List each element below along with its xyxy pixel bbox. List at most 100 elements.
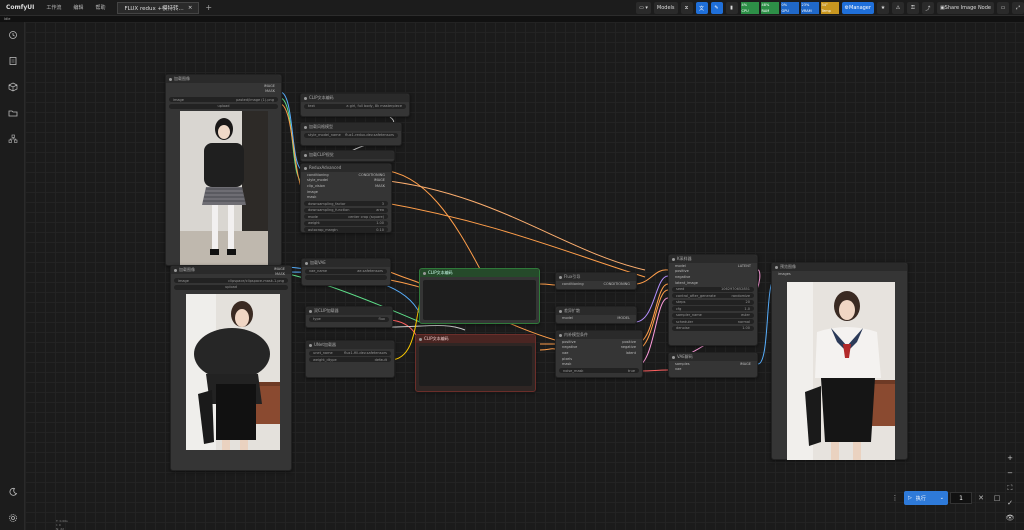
output-port[interactable]: MODEL xyxy=(611,315,636,321)
warning-icon[interactable]: ⚠ xyxy=(891,2,904,14)
share-image-button[interactable]: ▣ Share Image Node xyxy=(936,2,994,14)
image-select[interactable]: image pasted/image (1).png xyxy=(169,97,278,102)
run-button[interactable]: ▷ 执行 ⌄ xyxy=(904,491,948,505)
preview-image-node[interactable]: 预览图像 images xyxy=(771,262,908,460)
widget-row[interactable]: downsampling_factor 3 xyxy=(304,201,388,207)
settings-icon[interactable] xyxy=(6,511,19,524)
output-port[interactable]: CONDITIONING xyxy=(598,281,636,287)
model-library-icon[interactable] xyxy=(6,106,19,119)
lock-icon[interactable]: ⚿ xyxy=(906,2,919,14)
vae-select[interactable]: vae_name ae.safetensors xyxy=(305,268,387,274)
output-port-mask[interactable]: MASK xyxy=(269,272,291,278)
input-port[interactable]: latent_image xyxy=(669,280,704,286)
manager-button[interactable]: ⚙ Manager xyxy=(841,2,874,14)
toggle-links-icon[interactable]: 👁 xyxy=(1004,512,1016,524)
unet-select[interactable]: unet_name flux1-fill-dev.safetensors xyxy=(309,350,391,356)
menu-edit[interactable]: 编辑 xyxy=(67,4,89,11)
cancel-icon[interactable]: ✕ xyxy=(974,491,988,505)
load-image-node-1[interactable]: 加载图像 IMAGE MASK image pasted/image (1).pn… xyxy=(165,74,282,266)
style-model-loader-node[interactable]: 加载风格模型 style_model_name flux1-redux-dev.s… xyxy=(300,122,402,146)
input-port[interactable]: mask xyxy=(556,361,583,367)
widget-row[interactable]: sampler_name euler xyxy=(672,312,754,318)
ksampler-node[interactable]: K采样器 model positive negative latent_image L… xyxy=(668,254,758,346)
workflow-tab[interactable]: FLUX redux +模特转... × xyxy=(117,1,200,14)
widget-row[interactable]: weight 1.00 xyxy=(304,220,388,226)
clip-type-select[interactable]: type flux xyxy=(309,316,389,322)
queue-button[interactable]: ▭ ▾ xyxy=(636,2,651,14)
vae-loader-node[interactable]: 加载VAE vae_name ae.safetensors xyxy=(301,258,391,286)
widget-row[interactable]: cfg 1.0 xyxy=(672,306,754,312)
input-port[interactable]: conditioning xyxy=(556,281,590,287)
drag-handle-icon[interactable]: ⋮ xyxy=(888,491,902,505)
clip-encode-negative-node[interactable]: CLIP文本编码 xyxy=(415,334,536,392)
widget-value: center crop (square) xyxy=(348,214,384,219)
input-port[interactable]: model xyxy=(556,315,579,321)
select-mode-icon[interactable]: ✓ xyxy=(1004,497,1016,509)
menu-help[interactable]: 帮助 xyxy=(89,4,111,11)
upload-button[interactable]: upload xyxy=(174,284,288,290)
star-icon[interactable]: ★ xyxy=(876,2,889,14)
queue-icon[interactable] xyxy=(6,54,19,67)
output-port[interactable]: MASK xyxy=(353,183,391,189)
inpaint-conditioning-node[interactable]: 内补模型条件 positive negative vae pixels mask pos… xyxy=(555,330,643,378)
menu-workflow[interactable]: 工作流 xyxy=(40,4,67,11)
clipboard-icon[interactable]: ▮ xyxy=(725,2,738,14)
stop-icon[interactable]: □ xyxy=(990,491,1004,505)
dual-clip-loader-node[interactable]: 双CLIP加载器 type flux xyxy=(305,306,393,328)
upload-button[interactable]: upload xyxy=(169,103,278,109)
clip-text-node[interactable]: CLIP文本编码 text a girl, full body, 8k maste… xyxy=(300,93,410,117)
image-select[interactable]: image clipspace/clipspace-mask-1.png xyxy=(174,278,288,283)
batch-count-input[interactable]: 1 xyxy=(950,492,972,504)
widget-row[interactable]: downsampling_function area xyxy=(304,207,388,213)
flux-guidance-node[interactable]: Flux引导 conditioning CONDITIONING xyxy=(555,272,637,290)
widget-label: sampler_name xyxy=(676,313,702,318)
translate-icon[interactable]: 文 xyxy=(695,2,708,14)
style-model-select[interactable]: style_model_name flux1-redux-dev.safetens… xyxy=(304,132,398,138)
vae-decode-node[interactable]: VAE解码 samples vae IMAGE xyxy=(668,352,758,378)
input-port[interactable]: images xyxy=(772,271,907,277)
expand-panel-icon[interactable]: ⤢ xyxy=(1012,2,1024,14)
weight-dtype-select[interactable]: weight_dtype default xyxy=(309,357,391,362)
input-port[interactable]: mask xyxy=(301,194,335,200)
widget-row[interactable]: control_after_generate randomize xyxy=(672,293,754,299)
add-tab-button[interactable]: + xyxy=(199,3,218,12)
output-port[interactable]: LATENT xyxy=(732,263,757,269)
workflows-icon[interactable] xyxy=(6,132,19,145)
minimize-panel-icon[interactable]: ▭ xyxy=(997,2,1009,14)
widget-row[interactable]: mode center crop (square) xyxy=(304,214,388,220)
widget-row[interactable]: scheduler normal xyxy=(672,319,754,325)
zoom-out-icon[interactable]: − xyxy=(1004,467,1016,479)
fit-view-icon[interactable]: ⛶ xyxy=(1004,482,1016,494)
vae-extra[interactable] xyxy=(305,275,387,280)
input-port[interactable]: vae xyxy=(669,367,696,373)
redux-advanced-node[interactable]: ReduxAdvanced conditioning style_model cli… xyxy=(300,163,392,233)
close-tab-icon[interactable]: × xyxy=(188,5,193,11)
widget-row[interactable]: steps 20 xyxy=(672,299,754,305)
theme-toggle-icon[interactable] xyxy=(6,485,19,498)
load-image-node-2[interactable]: 加载图像 IMAGE MASK image clipspace/clipspace… xyxy=(170,265,292,471)
prompt-textarea[interactable] xyxy=(423,280,536,320)
edit-icon[interactable]: ✎ xyxy=(710,2,723,14)
model-filter-icon[interactable]: ⧖ xyxy=(680,2,693,14)
history-icon[interactable] xyxy=(6,28,19,41)
models-button[interactable]: Models xyxy=(653,2,678,14)
prompt-textarea[interactable] xyxy=(419,346,532,386)
output-port[interactable]: latent xyxy=(615,350,642,356)
noise-mask-toggle[interactable]: noise_mask true xyxy=(559,368,639,374)
widget-row[interactable]: denoise 1.00 xyxy=(672,325,754,331)
clip-vision-loader-node[interactable]: 加载CLIP视觉 xyxy=(300,150,395,162)
run-mode-dropdown-icon[interactable]: ⌄ xyxy=(940,495,944,501)
widget-row[interactable]: autocrop_margin 0.10 xyxy=(304,227,388,233)
node-library-icon[interactable] xyxy=(6,80,19,93)
output-port-mask[interactable]: MASK xyxy=(259,89,281,95)
graph-canvas[interactable]: 加载图像 IMAGE MASK image pasted/image (1).pn… xyxy=(25,22,1024,530)
differential-diffusion-node[interactable]: 差异扩散 model MODEL xyxy=(555,306,637,324)
zoom-in-icon[interactable]: + xyxy=(1004,452,1016,464)
clip-encode-positive-node[interactable]: CLIP文本编码 xyxy=(419,268,540,324)
unet-loader-node[interactable]: UNet加载器 unet_name flux1-fill-dev.safetens… xyxy=(305,340,395,378)
widget-row[interactable]: seed 1062970652851 xyxy=(672,286,754,292)
output-port[interactable]: IMAGE xyxy=(734,361,757,372)
share-icon[interactable]: ⤴ xyxy=(921,2,934,14)
node-title: VAE解码 xyxy=(669,353,757,361)
text-input[interactable]: text a girl, full body, 8k masterpiece xyxy=(304,103,406,109)
